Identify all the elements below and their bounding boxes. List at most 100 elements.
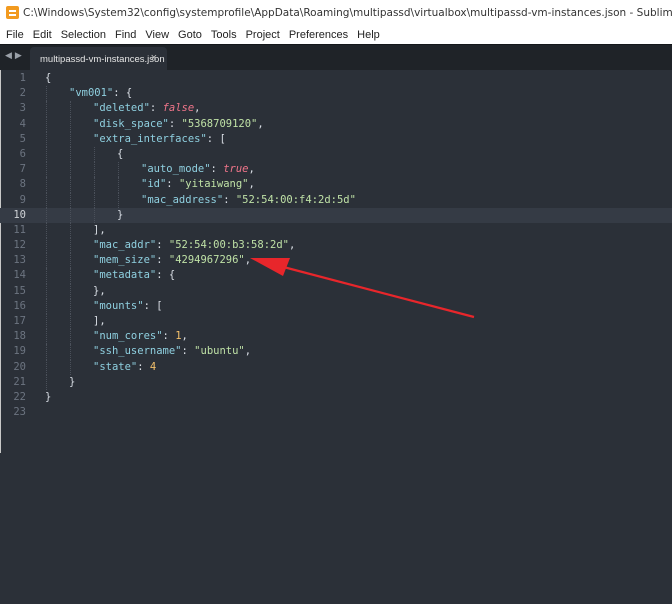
- code-line[interactable]: 1{: [0, 71, 672, 86]
- line-number: 18: [13, 330, 26, 343]
- indent-guide: [70, 222, 72, 239]
- indent-guide: [46, 374, 48, 390]
- menu-item-preferences[interactable]: Preferences: [285, 29, 353, 41]
- tab-close-icon[interactable]: ×: [151, 52, 157, 64]
- indent-guide: [70, 131, 72, 147]
- menu-item-file[interactable]: File: [2, 29, 29, 41]
- indent-guide: [70, 253, 72, 269]
- line-text: "id": "yitaiwang",: [141, 177, 255, 192]
- code-token: :: [181, 345, 195, 358]
- line-text: {: [117, 147, 123, 162]
- indent-guide: [118, 177, 120, 193]
- line-number: 5: [19, 132, 26, 145]
- line-text: },: [93, 284, 106, 299]
- menu-item-find[interactable]: Find: [111, 29, 141, 41]
- code-token: :: [210, 163, 224, 176]
- line-text: "extra_interfaces": [: [93, 132, 226, 147]
- tab-prev-icon[interactable]: ◀: [5, 50, 12, 61]
- menu-item-goto[interactable]: Goto: [174, 29, 207, 41]
- line-number: 13: [13, 254, 26, 267]
- code-token: "extra_interfaces": [93, 132, 207, 145]
- code-line[interactable]: 23: [0, 405, 672, 420]
- code-line[interactable]: 12 "mac_addr": "52:54:00:b3:58:2d",: [0, 238, 672, 254]
- code-token: true: [223, 163, 249, 176]
- code-line[interactable]: 11],: [0, 222, 672, 239]
- code-token: "id": [141, 178, 167, 191]
- line-number: 2: [19, 87, 26, 100]
- code-token: "52:54:00:f4:2d:5d": [235, 193, 356, 206]
- code-line[interactable]: 13 "mem_size": "4294967296",: [0, 253, 672, 269]
- code-line[interactable]: 18 "num_cores": 1,: [0, 329, 672, 345]
- code-line[interactable]: 4 "disk_space": "5368709120",: [0, 116, 672, 132]
- indent-guide: [70, 329, 72, 345]
- line-number: 7: [19, 163, 26, 176]
- indent-guide: [70, 283, 72, 299]
- menu-item-project[interactable]: Project: [242, 29, 285, 41]
- code-line[interactable]: 15},: [0, 283, 672, 299]
- tab-next-icon[interactable]: ▶: [15, 50, 22, 61]
- code-token: 4: [149, 360, 157, 373]
- menu-item-selection[interactable]: Selection: [57, 29, 111, 41]
- code-line[interactable]: 6{: [0, 146, 672, 163]
- code-line[interactable]: 10}: [0, 207, 672, 223]
- indent-guide: [46, 101, 48, 117]
- code-line[interactable]: 14 "metadata": {: [0, 268, 672, 284]
- indent-guide: [46, 162, 48, 178]
- code-token: "deleted": [93, 102, 150, 115]
- code-line[interactable]: 8 "id": "yitaiwang",: [0, 177, 672, 193]
- indent-guide: [46, 283, 48, 299]
- tab-active-file[interactable]: multipassd-vm-instances.json ×: [30, 47, 167, 71]
- code-view[interactable]: 1{2 "vm001": {3 "deleted": false, 4 "disk_sp…: [0, 71, 672, 420]
- indent-guide: [70, 238, 72, 254]
- line-text: }: [45, 390, 51, 405]
- indent-guide: [46, 253, 48, 269]
- code-token: :: [149, 102, 163, 115]
- indent-guide: [46, 146, 48, 163]
- code-token: ,: [194, 102, 201, 115]
- menu-item-view[interactable]: View: [141, 29, 174, 41]
- code-line[interactable]: 22}: [0, 390, 672, 405]
- menu-item-edit[interactable]: Edit: [29, 29, 57, 41]
- tab-label: multipassd-vm-instances.json: [40, 53, 165, 65]
- code-token: ,: [248, 178, 255, 191]
- line-text: ],: [93, 223, 106, 238]
- indent-guide: [46, 207, 48, 223]
- code-line[interactable]: 20 "state": 4: [0, 359, 672, 375]
- code-line[interactable]: 3 "deleted": false,: [0, 101, 672, 117]
- menu-item-tools[interactable]: Tools: [207, 29, 242, 41]
- indent-guide: [94, 207, 96, 223]
- code-token: {: [117, 147, 124, 160]
- indent-guide: [94, 162, 96, 178]
- code-token: :: [162, 330, 176, 343]
- code-line[interactable]: 17],: [0, 314, 672, 330]
- code-token: "4294967296": [168, 254, 245, 267]
- code-line[interactable]: 2 "vm001": {: [0, 86, 672, 102]
- line-number: 11: [13, 223, 26, 236]
- code-token: "mem_size": [93, 254, 157, 267]
- code-token: "vm001": [69, 87, 114, 100]
- code-token: "mounts": [93, 299, 144, 312]
- code-token: ,: [248, 163, 255, 176]
- line-number: 6: [19, 147, 26, 160]
- code-token: "num_cores": [93, 330, 163, 343]
- code-line[interactable]: 5 "extra_interfaces": [: [0, 131, 672, 147]
- code-line[interactable]: 16 "mounts": [: [0, 298, 672, 314]
- indent-guide: [70, 268, 72, 284]
- indent-guide: [46, 298, 48, 314]
- line-number: 14: [13, 269, 26, 282]
- code-token: :: [137, 360, 150, 373]
- code-token: ,: [181, 330, 188, 343]
- tab-navigation: ◀ ▶: [5, 50, 22, 61]
- menu-item-help[interactable]: Help: [353, 29, 385, 41]
- code-token: "ubuntu": [194, 345, 245, 358]
- code-line[interactable]: 19 "ssh_username": "ubuntu",: [0, 344, 672, 360]
- indent-guide: [118, 162, 120, 178]
- code-token: "state": [93, 360, 138, 373]
- code-line[interactable]: 21}: [0, 374, 672, 390]
- editor-area[interactable]: 1{2 "vm001": {3 "deleted": false, 4 "disk_sp…: [0, 70, 672, 604]
- code-line[interactable]: 7 "auto_mode": true,: [0, 162, 672, 178]
- indent-guide: [46, 116, 48, 132]
- code-line[interactable]: 9 "mac_address": "52:54:00:f4:2d:5d": [0, 192, 672, 208]
- line-text: "auto_mode": true,: [141, 162, 255, 177]
- indent-guide: [118, 192, 120, 208]
